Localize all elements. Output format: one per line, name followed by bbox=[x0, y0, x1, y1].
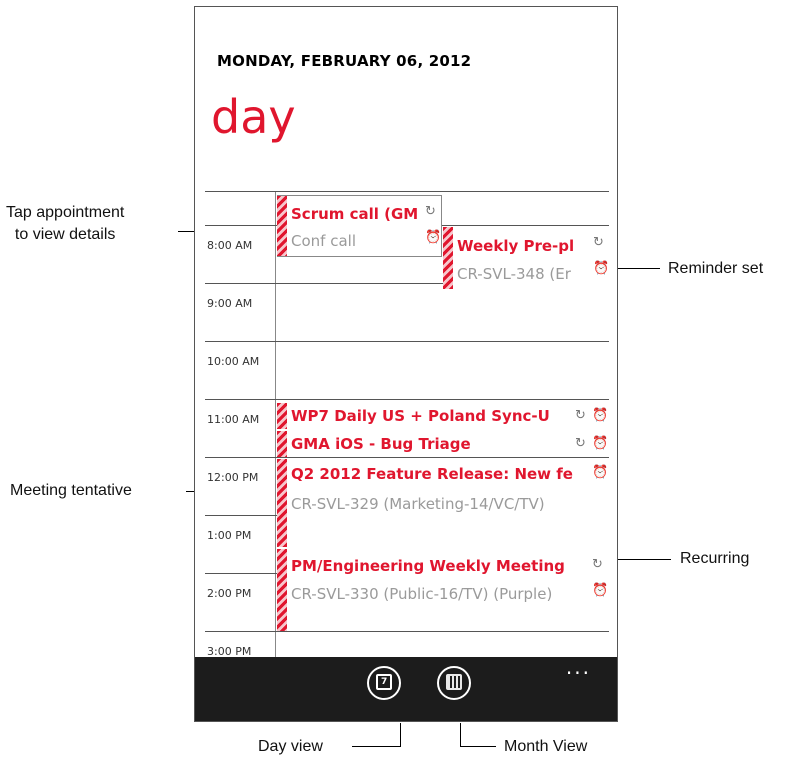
appointment-location: Conf call bbox=[291, 232, 356, 250]
recurring-icon: ↻ bbox=[593, 235, 604, 250]
recurring-icon: ↻ bbox=[575, 436, 586, 451]
appointment-wp7-daily-sync[interactable]: WP7 Daily US + Poland Sync-U ↻ ⏰ bbox=[277, 403, 609, 429]
appointment-title: PM/Engineering Weekly Meeting bbox=[291, 557, 565, 575]
tentative-bar bbox=[443, 227, 453, 289]
appointment-location: CR-SVL-348 (Er bbox=[457, 265, 571, 283]
day-grid: 8:00 AM 9:00 AM 10:00 AM 11:00 AM 12:00 … bbox=[195, 191, 617, 661]
hour-line bbox=[205, 191, 609, 192]
time-gutter-divider bbox=[275, 191, 276, 661]
alarm-clock-icon: ⏰ bbox=[592, 465, 609, 480]
calendar-day-icon: 7 bbox=[376, 674, 392, 690]
appointment-title: Scrum call (GM bbox=[291, 205, 419, 223]
alarm-clock-icon: ⏰ bbox=[425, 230, 442, 245]
hour-label: 2:00 PM bbox=[207, 587, 252, 600]
callout-month-view-line bbox=[460, 746, 496, 747]
hour-line bbox=[205, 631, 609, 632]
tentative-bar bbox=[277, 549, 287, 631]
phone-screen: MONDAY, FEBRUARY 06, 2012 day 8:00 AM 9:… bbox=[194, 6, 618, 722]
alarm-clock-icon: ⏰ bbox=[593, 261, 609, 276]
hour-line bbox=[205, 399, 609, 400]
hour-label: 9:00 AM bbox=[207, 297, 253, 310]
tentative-bar bbox=[277, 403, 287, 429]
appointment-q2-feature-release[interactable]: Q2 2012 Feature Release: New fe CR-SVL-3… bbox=[277, 459, 609, 547]
pivot-title: day bbox=[211, 90, 296, 144]
month-view-button[interactable] bbox=[437, 666, 471, 700]
callout-day-view-line bbox=[352, 746, 400, 747]
appointment-title: Q2 2012 Feature Release: New fe bbox=[291, 465, 573, 483]
hour-label: 1:00 PM bbox=[207, 529, 252, 542]
more-options-button[interactable]: ... bbox=[566, 655, 591, 679]
appointment-title: WP7 Daily US + Poland Sync-U bbox=[291, 407, 550, 425]
tentative-bar bbox=[277, 431, 287, 457]
appointment-title: Weekly Pre-pl bbox=[457, 237, 575, 255]
day-view-button[interactable]: 7 bbox=[367, 666, 401, 700]
appointment-weekly-pre-planning[interactable]: Weekly Pre-pl CR-SVL-348 (Er ↻ ⏰ bbox=[443, 227, 609, 289]
tentative-bar bbox=[277, 459, 287, 547]
callout-meeting-tentative: Meeting tentative bbox=[10, 482, 132, 499]
hour-label: 11:00 AM bbox=[207, 413, 260, 426]
appointment-location: CR-SVL-330 (Public-16/TV) (Purple) bbox=[291, 585, 553, 603]
callout-reminder-set: Reminder set bbox=[668, 260, 764, 277]
hour-label: 12:00 PM bbox=[207, 471, 259, 484]
hour-label: 10:00 AM bbox=[207, 355, 260, 368]
callout-day-view-line-up bbox=[400, 723, 401, 747]
callout-month-view: Month View bbox=[504, 738, 588, 755]
appointment-pm-engineering-weekly[interactable]: PM/Engineering Weekly Meeting CR-SVL-330… bbox=[277, 549, 609, 631]
recurring-icon: ↻ bbox=[575, 408, 586, 423]
hour-label: 8:00 AM bbox=[207, 239, 253, 252]
appointment-gma-ios-bug-triage[interactable]: GMA iOS - Bug Triage ↻ ⏰ bbox=[277, 431, 609, 457]
date-header: MONDAY, FEBRUARY 06, 2012 bbox=[217, 52, 472, 70]
alarm-clock-icon: ⏰ bbox=[592, 408, 609, 423]
tentative-bar bbox=[277, 196, 287, 256]
app-bar: 7 ... bbox=[195, 655, 617, 721]
appointment-title: GMA iOS - Bug Triage bbox=[291, 435, 471, 453]
appointment-location: CR-SVL-329 (Marketing-14/VC/TV) bbox=[291, 495, 545, 513]
appointment-scrum-call[interactable]: Scrum call (GM Conf call ↻ ⏰ bbox=[277, 195, 442, 257]
callout-recurring: Recurring bbox=[680, 550, 750, 567]
callout-day-view: Day view bbox=[258, 738, 323, 755]
recurring-icon: ↻ bbox=[592, 557, 603, 572]
alarm-clock-icon: ⏰ bbox=[592, 583, 609, 598]
recurring-icon: ↻ bbox=[425, 204, 436, 219]
calendar-month-icon bbox=[446, 674, 462, 690]
hour-line bbox=[205, 457, 609, 458]
callout-tap-appointment: Tap appointment to view details bbox=[6, 204, 125, 243]
hour-line bbox=[205, 341, 609, 342]
callout-month-view-line-up bbox=[460, 723, 461, 747]
alarm-clock-icon: ⏰ bbox=[592, 436, 609, 451]
